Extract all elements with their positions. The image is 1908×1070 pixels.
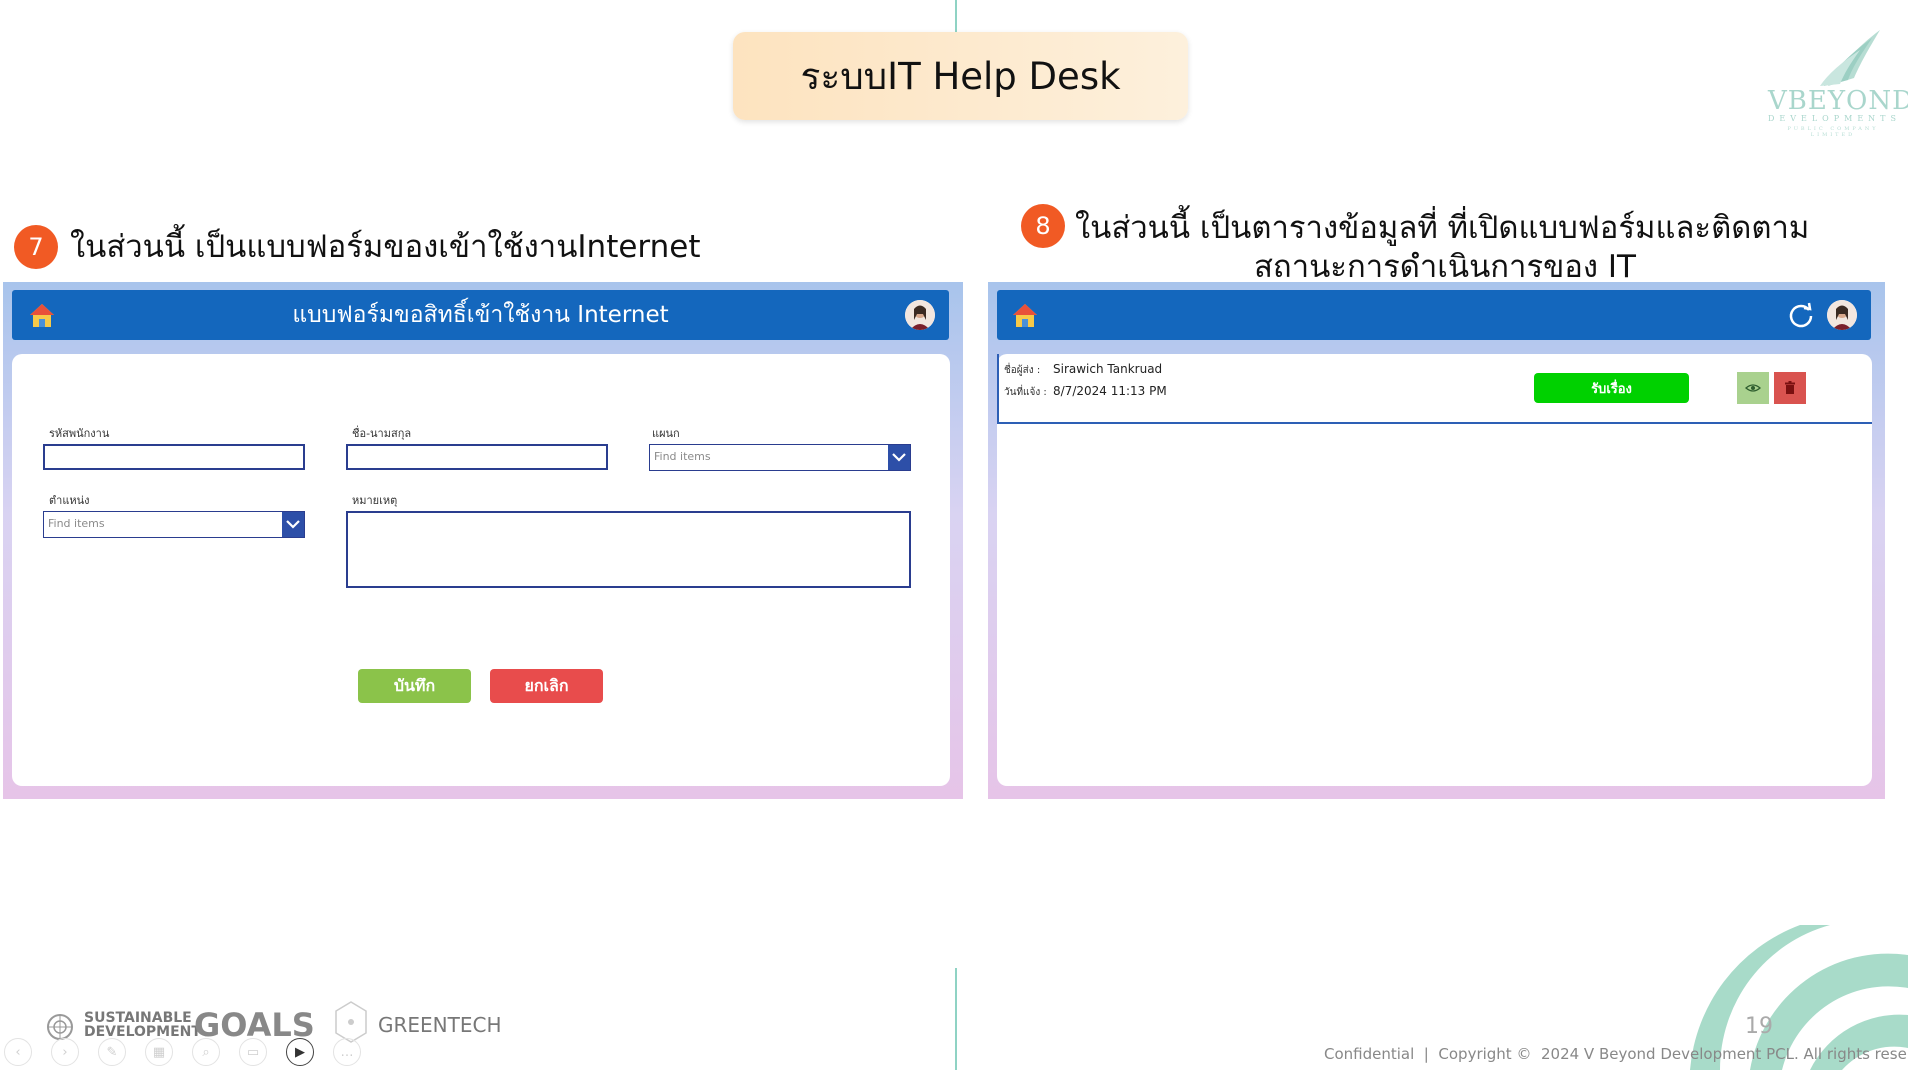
department-placeholder: Find items: [654, 450, 711, 463]
trash-icon: [1785, 381, 1795, 394]
position-label: ตำแหน่ง: [49, 494, 90, 507]
accept-ticket-button[interactable]: รับเรื่อง: [1534, 373, 1689, 403]
right-caption-line2: สถานะการดำเนินการของ IT: [1254, 249, 1636, 285]
sender-label: ชื่อผู้ส่ง :: [1004, 365, 1041, 376]
page-number: 19: [1745, 1014, 1773, 1039]
ticket-tracking-screenshot: ชื่อผู้ส่ง : Sirawich Tankruad วันที่แจ้…: [988, 282, 1885, 799]
prev-slide-icon[interactable]: ‹: [4, 1038, 32, 1066]
form-title: แบบฟอร์มขอสิทธิ์เข้าใช้งาน Internet: [292, 302, 669, 328]
un-emblem-icon: [47, 1014, 73, 1040]
slides-grid-icon[interactable]: ▦: [145, 1038, 173, 1066]
divider-top: [955, 0, 957, 32]
department-label: แผนก: [652, 427, 680, 440]
report-date: 8/7/2024 11:13 PM: [1053, 384, 1167, 398]
eye-icon: [1745, 384, 1761, 392]
name-input[interactable]: [346, 444, 608, 470]
divider-bottom: [955, 968, 957, 1070]
tracking-header-bar: [997, 290, 1871, 340]
department-dropdown[interactable]: Find items: [649, 444, 911, 471]
slide-title: ระบบIT Help Desk: [733, 32, 1188, 120]
ticket-row[interactable]: ชื่อผู้ส่ง : Sirawich Tankruad วันที่แจ้…: [997, 354, 1872, 424]
zoom-icon[interactable]: ⌕: [192, 1038, 220, 1066]
chevron-down-icon[interactable]: [282, 512, 304, 537]
home-icon[interactable]: [1011, 301, 1039, 329]
chevron-down-icon[interactable]: [888, 445, 910, 470]
internet-request-form-screenshot: แบบฟอร์มขอสิทธิ์เข้าใช้งาน Internet รหัส…: [3, 282, 963, 799]
step-8-badge: 8: [1021, 204, 1065, 248]
copyright-text: Confidential | Copyright © 2024 V Beyond…: [1324, 1045, 1908, 1063]
right-caption-line1: ในส่วนนี้ เป็นตารางข้อมูลที่ ที่เปิดแบบฟ…: [1075, 210, 1810, 246]
view-button[interactable]: [1737, 372, 1769, 404]
refresh-icon[interactable]: [1787, 301, 1815, 329]
camera-icon[interactable]: ▶: [286, 1038, 314, 1066]
more-options-icon[interactable]: …: [333, 1038, 361, 1066]
sender-name: Sirawich Tankruad: [1053, 362, 1163, 376]
position-placeholder: Find items: [48, 517, 105, 530]
remark-label: หมายเหตุ: [352, 494, 398, 507]
user-avatar[interactable]: [905, 300, 935, 330]
name-label: ชื่อ-นามสกุล: [352, 427, 412, 440]
pen-icon[interactable]: ✎: [98, 1038, 126, 1066]
subtitles-icon[interactable]: ▭: [239, 1038, 267, 1066]
remark-textarea[interactable]: [346, 511, 911, 588]
step-7-badge: 7: [14, 225, 58, 269]
left-caption: ในส่วนนี้ เป็นแบบฟอร์มของเข้าใช้งานInter…: [70, 229, 701, 265]
form-card: รหัสพนักงาน ชื่อ-นามสกุล แผนก Find items…: [12, 354, 950, 786]
ticket-list-card: ชื่อผู้ส่ง : Sirawich Tankruad วันที่แจ้…: [997, 354, 1872, 786]
employee-id-input[interactable]: [43, 444, 305, 470]
sdg-goals: GOALS: [194, 1006, 315, 1044]
sdg-logo: SUSTAINABLE DEVELOPMENT GOALS: [42, 1006, 315, 1044]
sdg-line2: DEVELOPMENT: [84, 1024, 201, 1040]
vbeyond-logo: VBEYOND DEVELOPMENTS PUBLIC COMPANY LIMI…: [1768, 28, 1908, 138]
save-button[interactable]: บันทึก: [358, 669, 471, 703]
next-slide-icon[interactable]: ›: [51, 1038, 79, 1066]
sdg-line1: SUSTAINABLE: [84, 1010, 192, 1026]
cancel-button[interactable]: ยกเลิก: [490, 669, 603, 703]
employee-id-label: รหัสพนักงาน: [49, 427, 110, 440]
greentech-label: GREENTECH: [378, 1013, 502, 1037]
greentech-hexagon-icon: [335, 1001, 367, 1043]
date-label: วันที่แจ้ง :: [1004, 387, 1047, 398]
user-avatar[interactable]: [1827, 300, 1857, 330]
delete-button[interactable]: [1774, 372, 1806, 404]
position-dropdown[interactable]: Find items: [43, 511, 305, 538]
form-header-bar: แบบฟอร์มขอสิทธิ์เข้าใช้งาน Internet: [12, 290, 949, 340]
